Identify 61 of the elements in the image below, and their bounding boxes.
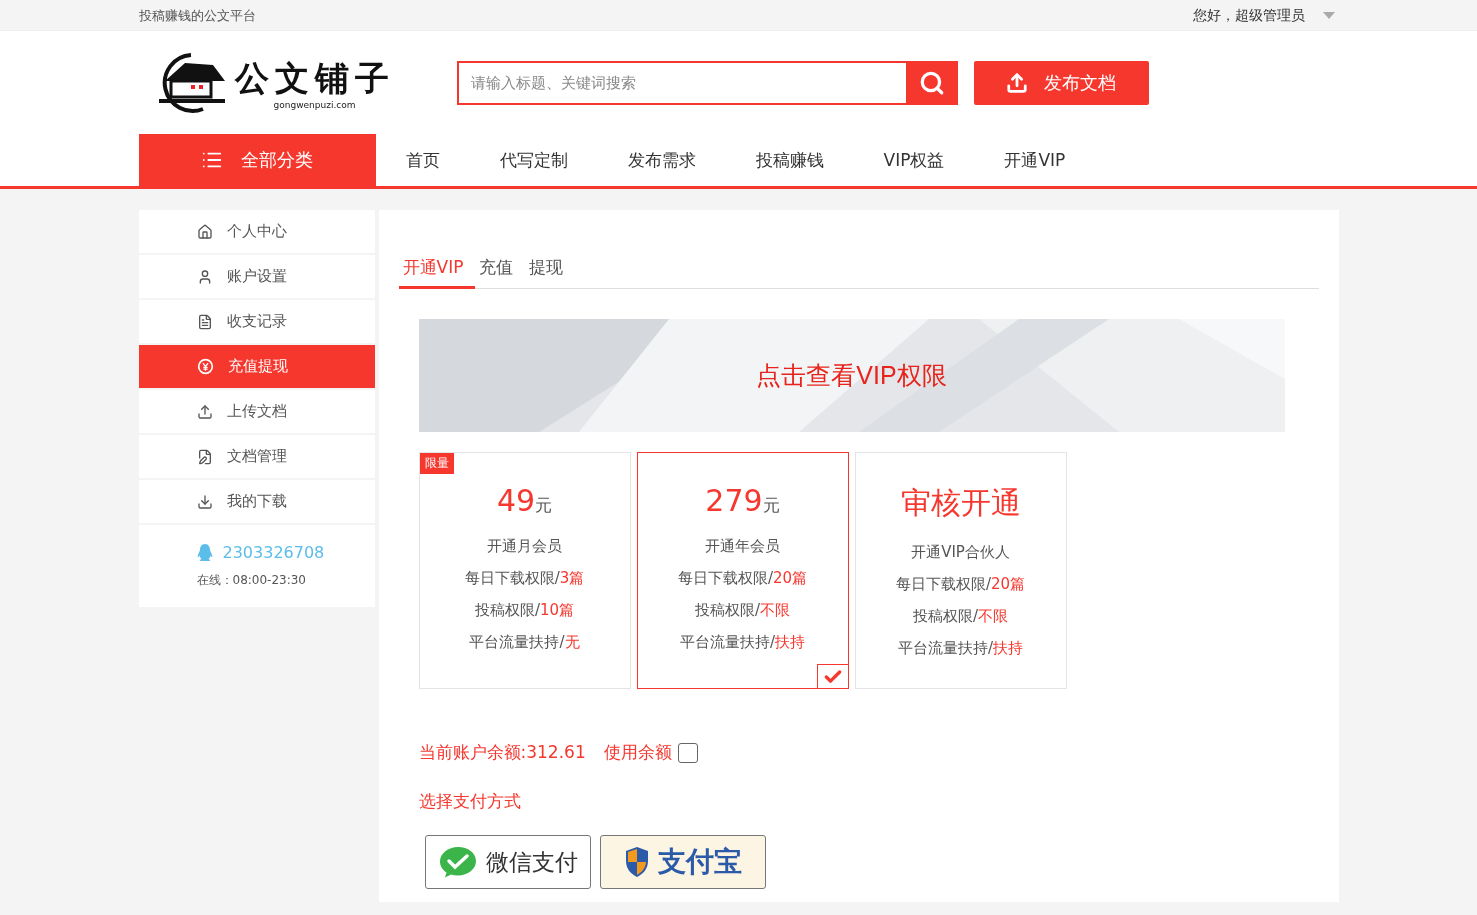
plan-feature: 开通年会员 <box>705 536 780 557</box>
online-hours: 在线：08:00-23:30 <box>196 572 307 589</box>
plan-feature: 每日下载权限/20篇 <box>677 568 808 589</box>
plan-feature: 平台流量扶持/扶持 <box>679 632 806 653</box>
search-field[interactable]: 请输入标题、关键词搜索 <box>456 60 906 105</box>
plan-feature: 开通月会员 <box>487 536 562 557</box>
checkmark-icon <box>816 664 849 689</box>
plan-price: 审核开通 <box>900 484 1021 522</box>
nav-link[interactable]: 投稿赚钱 <box>725 134 854 186</box>
penguin-icon <box>196 543 213 562</box>
plan-feature: 平台流量扶持/扶持 <box>897 638 1024 659</box>
tab[interactable]: 充值 <box>475 250 526 289</box>
nav-link[interactable]: 代写定制 <box>469 134 598 186</box>
home-icon <box>196 223 213 240</box>
plan-feature: 投稿权限/不限 <box>694 600 791 621</box>
upload-icon <box>196 403 213 420</box>
tab[interactable]: 开通VIP <box>398 250 476 289</box>
nav-link[interactable]: 首页 <box>375 134 470 186</box>
upload-icon <box>1006 71 1028 94</box>
caret-icon[interactable] <box>1322 12 1335 19</box>
document-icon <box>196 313 213 330</box>
search-button[interactable] <box>905 60 958 105</box>
payment-button[interactable]: 支付宝 <box>599 835 766 889</box>
nav-link[interactable]: 发布需求 <box>597 134 726 186</box>
limited-badge: 限量 <box>419 453 454 474</box>
site-slogan: 投稿赚钱的公文平台 <box>138 6 256 25</box>
chat-bubble-icon <box>437 845 478 879</box>
plan-price: 279 <box>705 483 763 518</box>
plan-feature: 每日下载权限/20篇 <box>895 574 1026 595</box>
checkbox[interactable] <box>677 742 698 763</box>
payment-title: 选择支付方式 <box>418 790 522 813</box>
nav-link[interactable]: VIP权益 <box>853 134 975 186</box>
plan-card[interactable]: 限量 49元 开通月会员 每日下载权限/3篇 投稿权限/10篇 平台流量扶持/无 <box>418 452 631 689</box>
plan-feature: 投稿权限/不限 <box>912 606 1009 627</box>
price-unit: 元 <box>762 494 780 517</box>
plan-feature: 平台流量扶持/无 <box>469 632 580 653</box>
use-balance-label: 使用余额 <box>603 741 672 764</box>
yuan-icon <box>196 358 214 375</box>
nav-link[interactable]: 开通VIP <box>974 134 1096 186</box>
tab[interactable]: 提现 <box>525 250 576 289</box>
logo-text: 公文铺子 <box>234 56 395 100</box>
all-categories-button[interactable]: 全部分类 <box>138 134 376 186</box>
plan-card[interactable]: 279元 开通年会员 每日下载权限/20篇 投稿权限/不限 平台流量扶持/扶持 <box>636 452 849 689</box>
search-icon <box>918 69 945 96</box>
logo-domain: gongwenpuzi.com <box>273 99 356 110</box>
document-edit-icon <box>196 448 213 465</box>
publish-button[interactable]: 发布文档 <box>973 60 1149 105</box>
price-unit: 元 <box>535 494 553 517</box>
plan-feature: 投稿权限/10篇 <box>474 600 575 621</box>
banner-text: 点击查看VIP权限 <box>756 361 947 389</box>
balance-text: 当前账户余额:312.61 <box>418 741 586 764</box>
sidebar-item[interactable]: 充值提现 <box>138 345 375 390</box>
plan-price: 49 <box>496 483 536 518</box>
user-greeting[interactable]: 您好，超级管理员 <box>1192 6 1305 25</box>
payment-button[interactable]: 微信支付 <box>424 835 591 889</box>
shield-icon <box>623 846 650 878</box>
vip-banner[interactable]: 点击查看VIP权限 <box>418 319 1285 432</box>
plan-feature: 每日下载权限/3篇 <box>464 568 585 589</box>
download-icon <box>196 493 213 510</box>
plan-feature: 开通VIP合伙人 <box>911 542 1010 563</box>
plan-card[interactable]: 审核开通 开通VIP合伙人 每日下载权限/20篇 投稿权限/不限 平台流量扶持/扶持 <box>854 452 1067 689</box>
